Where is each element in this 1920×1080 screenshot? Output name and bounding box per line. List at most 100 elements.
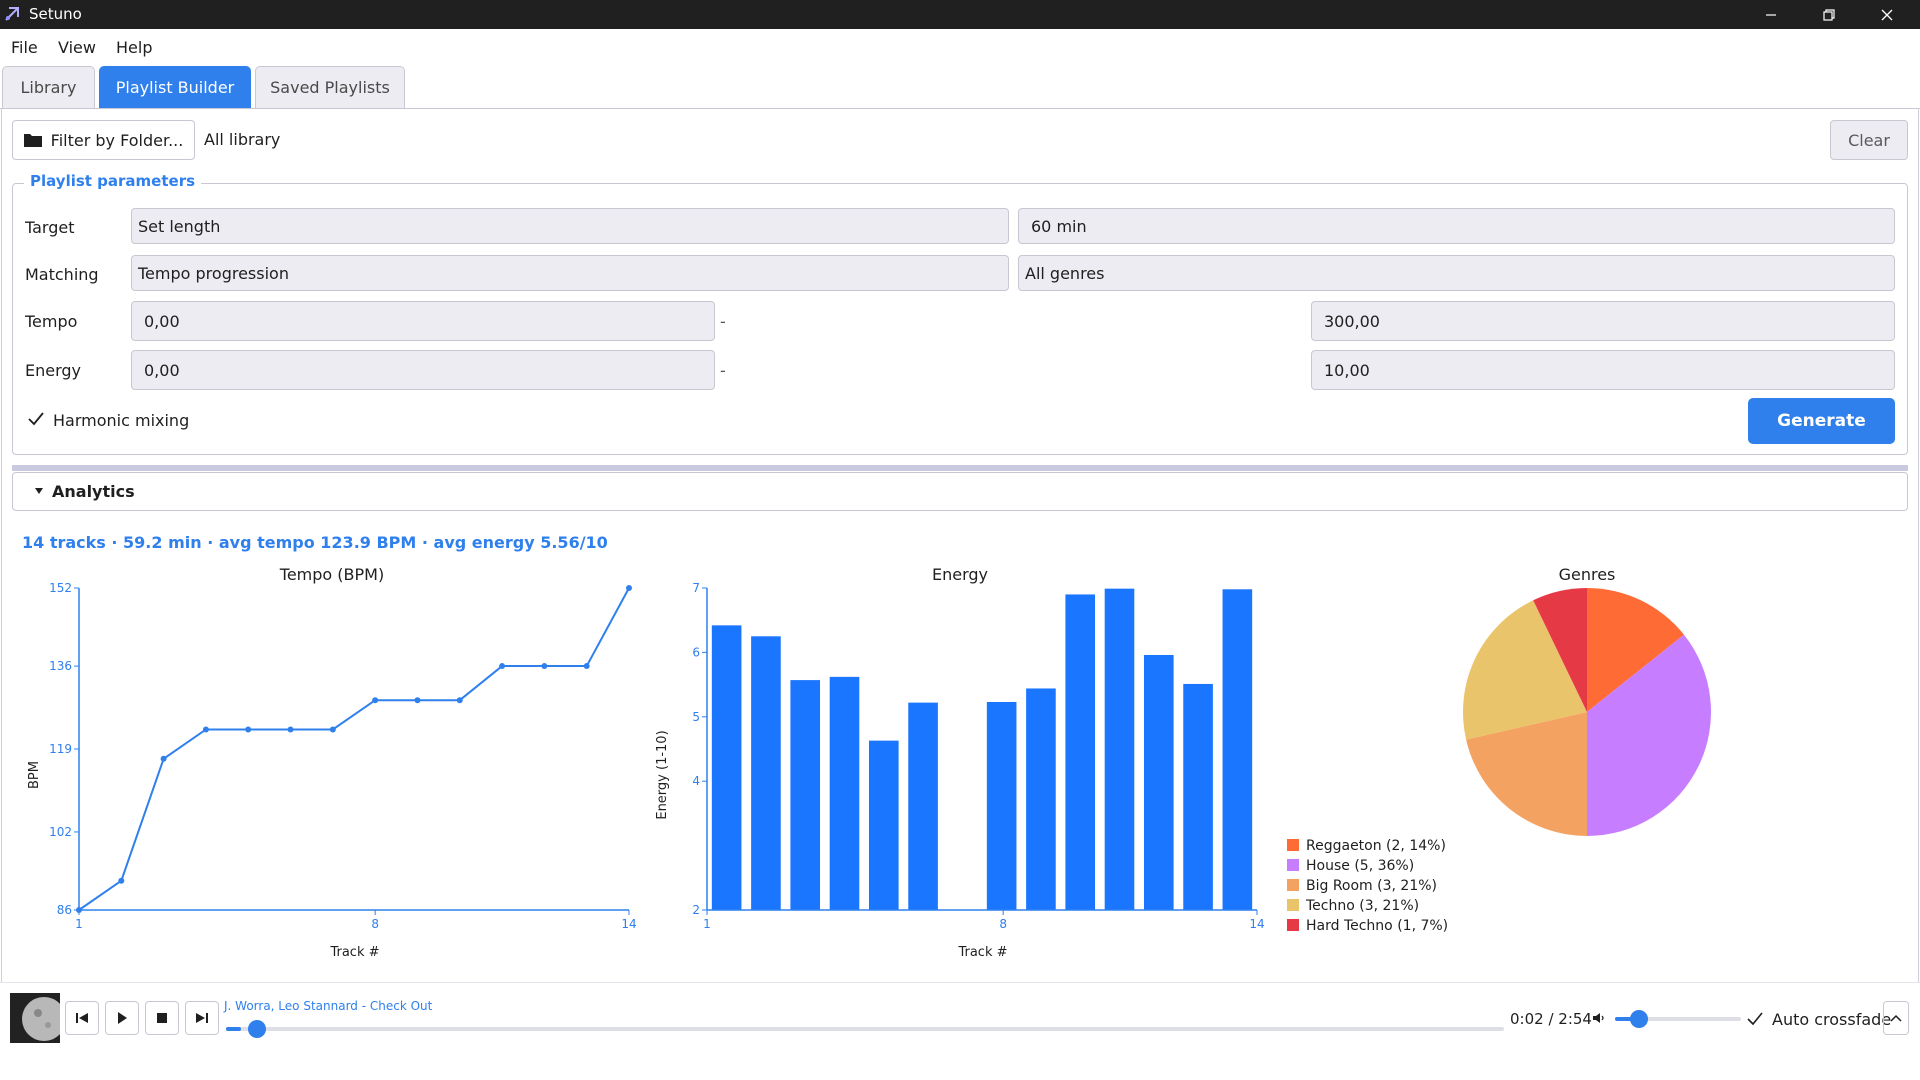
skip-back-icon: [76, 1013, 88, 1023]
tab-playlist-builder[interactable]: Playlist Builder: [99, 66, 251, 108]
tempo-point: [583, 663, 590, 670]
energy-bar: [790, 680, 821, 910]
energy-y-tick-label: 6: [692, 645, 700, 659]
folder-icon: [23, 134, 42, 147]
harmonic-mixing-checkbox[interactable]: [26, 409, 46, 429]
legend-entry: Techno (3, 21%): [1305, 898, 1419, 914]
legend-swatch: [1287, 839, 1299, 851]
tempo-point: [329, 726, 336, 733]
tempo-chart: Tempo (BPM) BPM Track # 86 102 119 136 152 1 8…: [27, 565, 637, 960]
energy-chart: Energy Energy (1-10) Track # 2 4 5 6 7 1 8 14: [655, 565, 1265, 960]
legend-entry: Reggaeton (2, 14%): [1306, 838, 1446, 854]
energy-min-field[interactable]: 0,00: [131, 350, 715, 390]
energy-label: Energy: [25, 361, 82, 380]
tempo-point: [160, 755, 167, 762]
energy-x-label: Track #: [957, 945, 1007, 960]
album-art-image: [10, 993, 60, 1043]
target-label: Target: [25, 218, 75, 237]
tempo-point: [499, 663, 506, 670]
tempo-y-tick-label: 152: [49, 581, 72, 595]
energy-max-field[interactable]: 10,00: [1311, 350, 1895, 390]
tempo-x-tick-label: 1: [75, 917, 83, 931]
previous-track-button[interactable]: [65, 1001, 99, 1035]
tempo-y-tick-label: 136: [49, 659, 72, 673]
tab-bar: Library Playlist Builder Saved Playlists: [0, 64, 1920, 109]
title-bar: Setuno: [0, 0, 1920, 29]
legend-entry: House (5, 36%): [1306, 858, 1414, 874]
tempo-point: [372, 697, 379, 704]
close-button[interactable]: [1858, 0, 1916, 29]
tempo-point: [626, 585, 632, 591]
app-icon: [5, 7, 19, 21]
tempo-y-label: BPM: [27, 761, 42, 789]
tempo-x-label: Track #: [329, 945, 379, 960]
filter-by-folder-button[interactable]: Filter by Folder...: [12, 120, 195, 160]
generate-button[interactable]: Generate: [1748, 398, 1895, 444]
tempo-y-tick-label: 119: [49, 742, 72, 756]
playlist-parameters-title: Playlist parameters: [24, 172, 202, 190]
tempo-point: [414, 697, 421, 704]
now-playing-title: J. Worra, Leo Stannard - Check Out: [224, 999, 433, 1013]
minimize-button[interactable]: [1742, 0, 1800, 29]
genre-pie-chart: Genres Reggaeton (2, 14%) House (5, 36%) B…: [1287, 565, 1711, 934]
restore-button[interactable]: [1800, 0, 1858, 29]
legend-swatch: [1287, 879, 1299, 891]
genre-select[interactable]: All genres: [1018, 255, 1895, 291]
target-mode-select[interactable]: Set length: [131, 208, 1009, 244]
tempo-range-separator: -: [720, 312, 726, 331]
playback-time: 0:02 / 2:54: [1510, 1010, 1592, 1028]
tab-saved-playlists[interactable]: Saved Playlists: [255, 66, 405, 108]
tempo-point: [118, 877, 125, 884]
play-button[interactable]: [105, 1001, 139, 1035]
energy-bar: [829, 676, 860, 910]
energy-x-tick-label: 14: [1249, 917, 1264, 931]
skip-forward-icon: [196, 1013, 208, 1023]
energy-bar: [1222, 589, 1253, 910]
energy-bar: [1104, 588, 1135, 910]
auto-crossfade-checkbox[interactable]: [1746, 1010, 1764, 1028]
menu-bar: File View Help: [0, 29, 1920, 64]
close-icon: [1881, 9, 1893, 20]
tempo-min-field[interactable]: 0,00: [131, 301, 715, 341]
auto-crossfade-label[interactable]: Auto crossfade: [1772, 1010, 1891, 1029]
seek-handle[interactable]: [248, 1020, 267, 1038]
legend-entry: Big Room (3, 21%): [1306, 878, 1437, 894]
tempo-line: [78, 587, 630, 911]
tab-library[interactable]: Library: [2, 66, 95, 108]
check-icon: [1747, 1012, 1763, 1026]
harmonic-mixing-label[interactable]: Harmonic mixing: [53, 411, 189, 430]
menu-help[interactable]: Help: [116, 38, 152, 57]
matching-mode-select[interactable]: Tempo progression: [131, 255, 1009, 291]
tempo-point: [287, 726, 294, 733]
restore-icon: [1823, 8, 1835, 21]
stop-icon: [157, 1013, 167, 1023]
energy-bar: [868, 740, 899, 910]
seek-slider[interactable]: [226, 1027, 1504, 1031]
energy-range-separator: -: [720, 361, 726, 380]
chevron-down-icon: [35, 488, 43, 494]
energy-bar: [1183, 683, 1213, 910]
target-length-field[interactable]: 60 min: [1018, 208, 1895, 244]
volume-handle[interactable]: [1629, 1010, 1648, 1028]
seek-progress: [226, 1027, 242, 1031]
energy-bar: [1065, 594, 1096, 910]
energy-bar: [751, 636, 781, 910]
tempo-max-field[interactable]: 300,00: [1311, 301, 1895, 341]
next-track-button[interactable]: [185, 1001, 219, 1035]
tempo-point: [202, 726, 209, 733]
menu-view[interactable]: View: [58, 38, 96, 57]
clear-button[interactable]: Clear: [1830, 120, 1908, 160]
play-icon: [118, 1012, 127, 1024]
panel-splitter[interactable]: [12, 465, 1908, 471]
legend-entry: Hard Techno (1, 7%): [1306, 918, 1448, 934]
tempo-point: [456, 697, 463, 704]
menu-file[interactable]: File: [11, 38, 38, 57]
chevron-up-icon: [1890, 1014, 1902, 1022]
tempo-y-tick-label: 102: [49, 825, 72, 839]
stop-button[interactable]: [145, 1001, 179, 1035]
volume-icon[interactable]: [1592, 1011, 1606, 1025]
energy-y-label: Energy (1-10): [655, 730, 670, 819]
analytics-header[interactable]: Analytics: [12, 472, 1908, 511]
expand-player-button[interactable]: [1883, 1001, 1909, 1035]
tempo-point: [541, 663, 548, 670]
